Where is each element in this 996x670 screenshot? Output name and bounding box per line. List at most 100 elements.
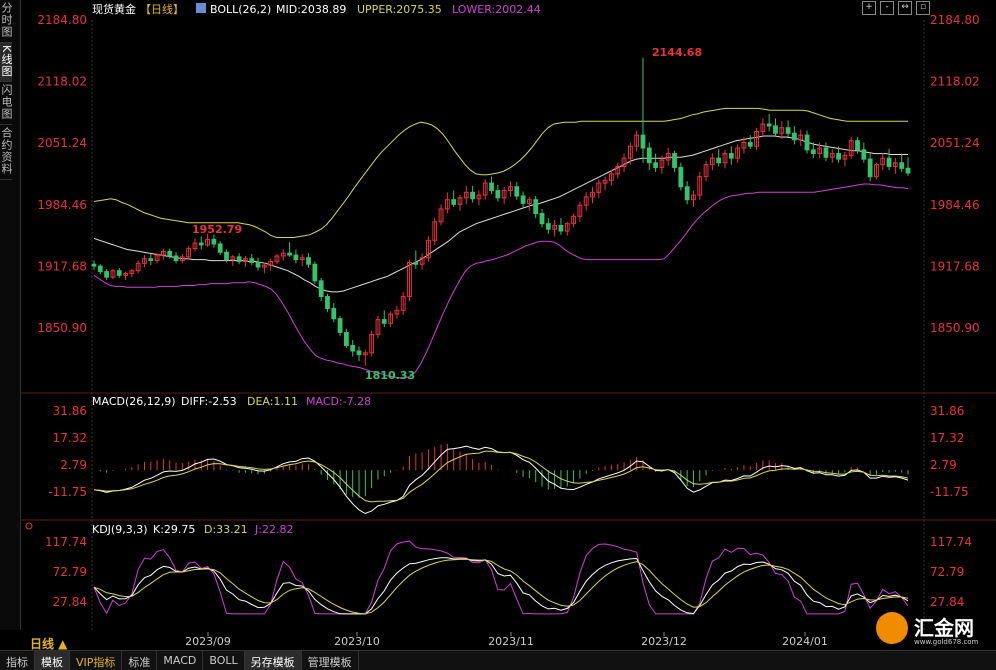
candle-body bbox=[533, 199, 539, 215]
tab-indicators[interactable]: 指标 bbox=[0, 651, 35, 670]
price-tick-right: 1850.90 bbox=[930, 321, 980, 335]
candle-body bbox=[255, 261, 261, 268]
candle-body bbox=[495, 189, 501, 199]
candle-body bbox=[640, 134, 646, 149]
candle-body bbox=[747, 141, 753, 147]
price-axis-right: 2184.80 2118.02 2051.24 1984.46 1917.68 1850.… bbox=[930, 13, 980, 335]
candle-body bbox=[211, 238, 217, 245]
macd-label: MACD(26,12,9) bbox=[92, 395, 176, 408]
restore-icon[interactable]: ▫ bbox=[916, 1, 930, 15]
kdj-j: J:22.82 bbox=[254, 523, 293, 536]
candlestick-series bbox=[91, 57, 911, 366]
boll-lower: LOWER:2002.44 bbox=[452, 3, 541, 16]
candle-body bbox=[306, 257, 311, 265]
macd-value: MACD:-7.28 bbox=[306, 395, 371, 408]
price-tick-left: 1850.90 bbox=[37, 321, 87, 335]
candle-body bbox=[792, 132, 797, 141]
kdj-d: D:33.21 bbox=[204, 523, 248, 536]
candle-body bbox=[836, 153, 841, 160]
site-logo: 汇金网 www.gold678.com bbox=[872, 610, 992, 650]
macd-tick-right: -11.75 bbox=[930, 485, 969, 499]
kdj-tick-right: 117.74 bbox=[930, 535, 972, 549]
candle-body bbox=[766, 123, 772, 127]
tab-vip-indicators[interactable]: VIP指标 bbox=[70, 651, 123, 670]
boll-icon bbox=[196, 3, 206, 13]
candle-body bbox=[116, 270, 122, 276]
candle-body bbox=[344, 332, 349, 346]
kdj-tick-left: 117.74 bbox=[45, 535, 87, 549]
candle-body bbox=[785, 127, 791, 134]
kdj-panel: 117.74 117.74 72.79 72.79 27.84 27.84 bbox=[45, 535, 972, 615]
candle-body bbox=[148, 258, 154, 262]
move-icon[interactable]: ↔ bbox=[898, 1, 912, 15]
kdj-label: KDJ(9,3,3) bbox=[92, 523, 148, 536]
candle-body bbox=[804, 134, 810, 151]
candle-body bbox=[855, 140, 860, 151]
tab-boll[interactable]: BOLL bbox=[203, 651, 245, 670]
candle-body bbox=[905, 167, 911, 174]
logo-text: 汇金网 bbox=[914, 616, 974, 640]
macd-diff: DIFF:-2.53 bbox=[181, 395, 237, 408]
kdj-tick-left: 27.84 bbox=[53, 595, 87, 609]
tab-macd[interactable]: MACD bbox=[157, 651, 204, 670]
price-tick-left: 2118.02 bbox=[37, 75, 87, 89]
tab-templates[interactable]: 模板 bbox=[35, 651, 70, 670]
candle-body bbox=[558, 225, 564, 232]
kdj-tick-left: 72.79 bbox=[53, 565, 87, 579]
candle-body bbox=[173, 255, 179, 262]
macd-dea-line bbox=[93, 450, 909, 503]
tab-standard[interactable]: 标准 bbox=[122, 651, 158, 670]
candle-body bbox=[773, 125, 778, 134]
price-tick-left: 2184.80 bbox=[37, 13, 87, 27]
candle-body bbox=[167, 250, 173, 257]
boll-upper: UPPER:2075.35 bbox=[357, 3, 442, 16]
macd-tick-left: 31.86 bbox=[53, 404, 87, 418]
macd-tick-right: 2.79 bbox=[930, 458, 957, 472]
price-tick-right: 2051.24 bbox=[930, 136, 980, 150]
kdj-k: K:29.75 bbox=[153, 523, 195, 536]
candle-body bbox=[470, 191, 475, 200]
price-tick-right: 1917.68 bbox=[930, 259, 980, 273]
candle-body bbox=[287, 252, 293, 256]
candle-body bbox=[337, 318, 343, 334]
macd-dea: DEA:1.11 bbox=[247, 395, 298, 408]
candle-body bbox=[293, 254, 299, 261]
candle-body bbox=[867, 158, 873, 178]
date-tick-label: 2023/11 bbox=[488, 635, 534, 648]
macd-tick-right: 31.86 bbox=[930, 404, 964, 418]
zoom-in-icon[interactable]: + bbox=[862, 1, 876, 15]
candle-body bbox=[413, 261, 419, 265]
candle-body bbox=[514, 186, 520, 197]
period-label: 【日线】 bbox=[140, 2, 184, 16]
candle-body bbox=[899, 162, 905, 169]
instrument-title: 现货黄金 bbox=[92, 2, 136, 16]
candle-body bbox=[104, 271, 110, 278]
kdj-k-line bbox=[93, 557, 909, 615]
candle-body bbox=[217, 243, 223, 253]
candle-body bbox=[312, 263, 318, 282]
price-tick-right: 1984.46 bbox=[930, 198, 980, 212]
candle-body bbox=[684, 186, 690, 201]
candle-body bbox=[318, 280, 324, 298]
date-axis: 2023/09 2023/10 2023/11 2023/12 2024/01 bbox=[185, 632, 828, 648]
macd-tick-left: 17.32 bbox=[53, 431, 87, 445]
candle-body bbox=[381, 319, 387, 324]
price-tick-left: 1984.46 bbox=[37, 198, 87, 212]
kdj-j-line bbox=[93, 540, 909, 615]
date-tick-label: 2024/01 bbox=[782, 635, 828, 648]
tab-manage-templates[interactable]: 管理模板 bbox=[302, 651, 359, 670]
candle-body bbox=[678, 166, 684, 188]
candle-body bbox=[646, 147, 652, 164]
chart-area[interactable]: 2184.80 2118.02 2051.24 1984.46 1917.68 1850.… bbox=[0, 0, 996, 650]
date-tick-label: 2023/09 bbox=[185, 635, 231, 648]
zoom-out-icon[interactable]: - bbox=[880, 1, 894, 15]
kdj-settings-icon[interactable] bbox=[25, 522, 33, 530]
candle-body bbox=[728, 153, 734, 159]
macd-tick-left: -11.75 bbox=[48, 485, 87, 499]
tab-save-template[interactable]: 另存模板 bbox=[244, 651, 302, 670]
candle-body bbox=[539, 213, 545, 225]
macd-tick-left: 2.79 bbox=[60, 458, 87, 472]
kdj-tick-right: 72.79 bbox=[930, 565, 964, 579]
candle-body bbox=[810, 149, 816, 155]
kdj-d-line bbox=[93, 558, 909, 615]
